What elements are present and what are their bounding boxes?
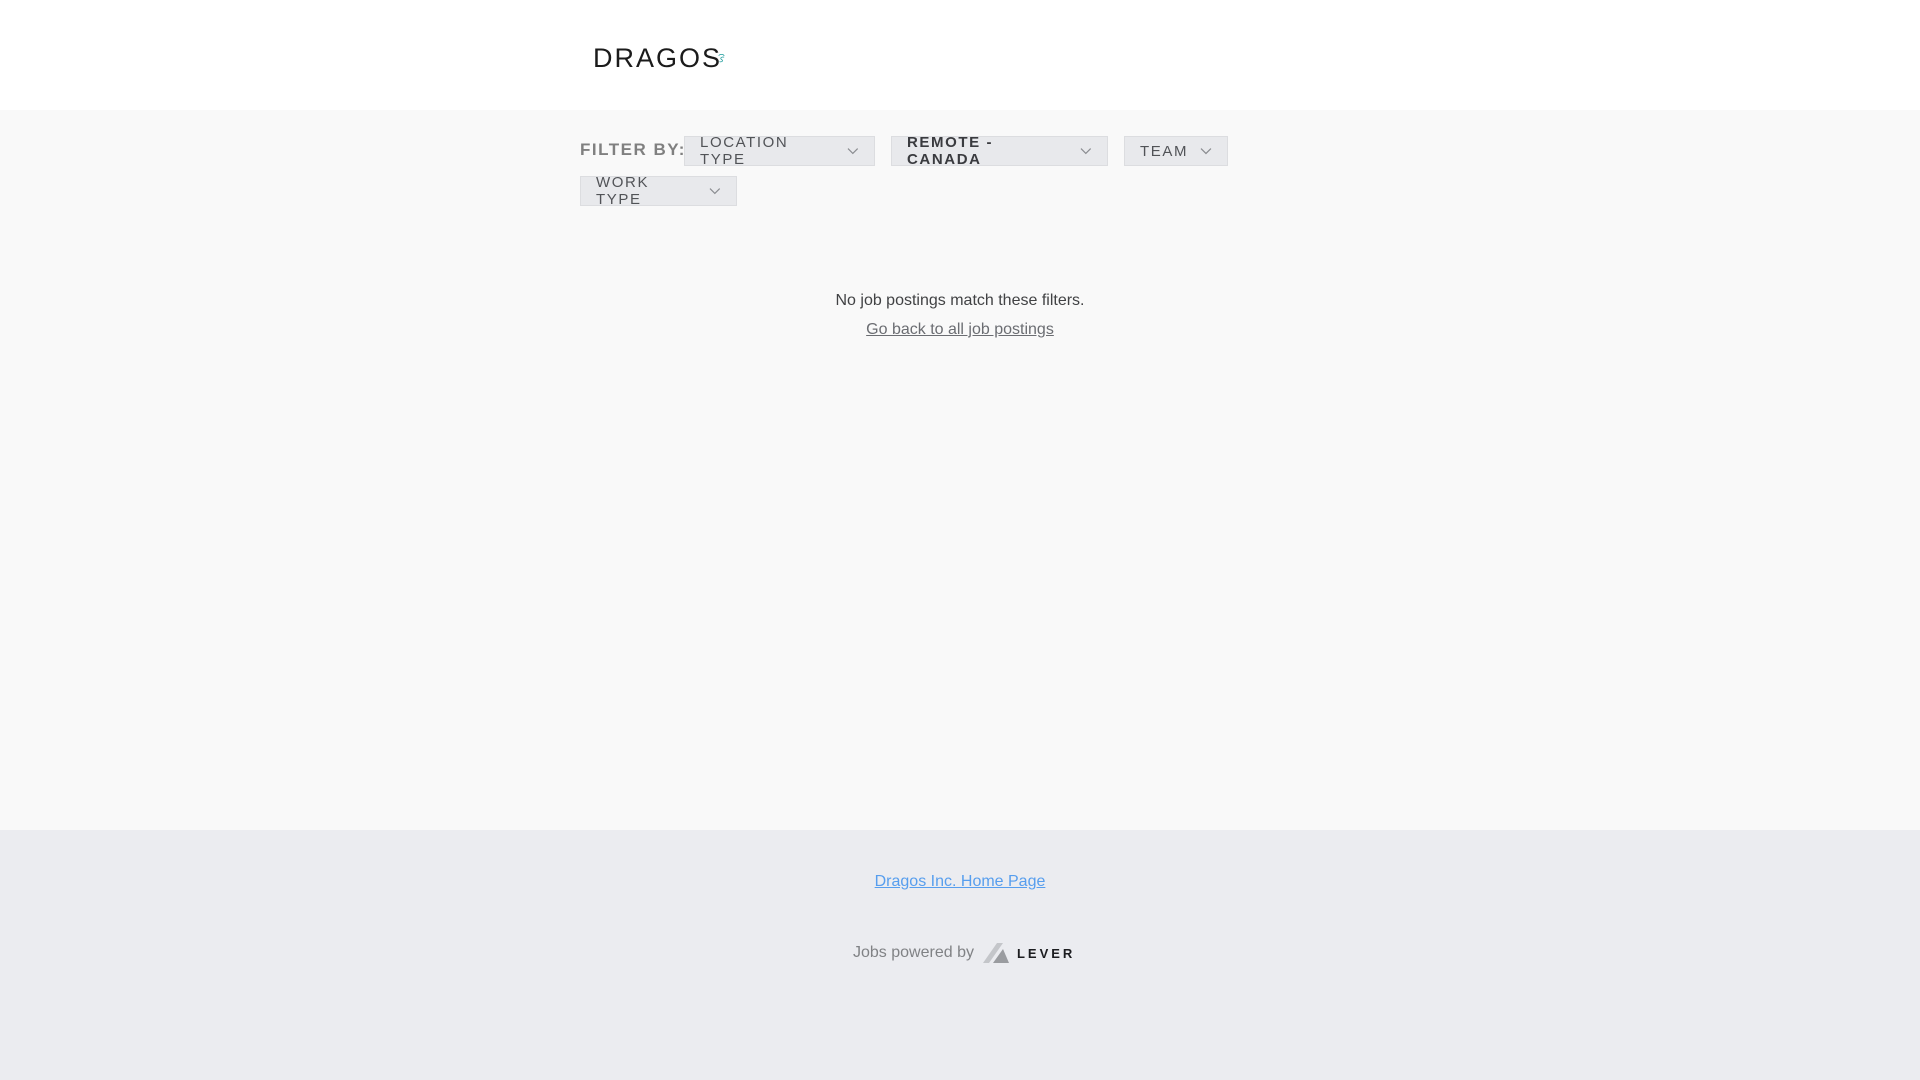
chevron-down-icon: [709, 188, 721, 195]
main-content: [0, 110, 1920, 830]
work-type-filter[interactable]: WORK TYPE: [580, 174, 737, 208]
logo-text: DRAGOS: [593, 42, 723, 73]
location-type-filter[interactable]: LOCATION TYPE: [684, 134, 875, 168]
home-link-wrapper: Dragos Inc. Home Page: [0, 873, 1920, 891]
empty-results-message: No job postings match these filters.: [835, 292, 1085, 309]
site-header: DRAGOS: [0, 0, 1920, 110]
chevron-down-icon: [847, 148, 859, 155]
powered-by: Jobs powered by LEVER: [853, 939, 1075, 967]
lever-logo-icon: [982, 943, 1009, 963]
work-type-label: WORK TYPE: [596, 174, 650, 208]
location-filter-label: REMOTE - CANADA: [907, 134, 994, 168]
chevron-down-icon: [1080, 148, 1092, 155]
chevron-down-icon: [1200, 148, 1212, 155]
lever-wordmark: LEVER: [1016, 945, 1076, 961]
lever-logo[interactable]: LEVER: [982, 941, 1076, 965]
company-home-link[interactable]: Dragos Inc. Home Page: [875, 873, 1046, 890]
filter-by-label: FILTER BY:: [580, 140, 686, 159]
back-to-all-postings-link[interactable]: Go back to all job postings: [866, 321, 1054, 338]
team-filter[interactable]: TEAM: [1124, 136, 1228, 166]
back-link-wrapper: Go back to all job postings: [0, 321, 1920, 339]
location-type-label: LOCATION TYPE: [700, 134, 789, 168]
dragos-logo[interactable]: DRAGOS: [593, 38, 725, 78]
team-filter-label: TEAM: [1140, 142, 1189, 160]
powered-by-text: Jobs powered by: [853, 944, 974, 961]
dragos-logo-icon: [718, 53, 725, 63]
location-filter[interactable]: REMOTE - CANADA: [891, 134, 1108, 168]
